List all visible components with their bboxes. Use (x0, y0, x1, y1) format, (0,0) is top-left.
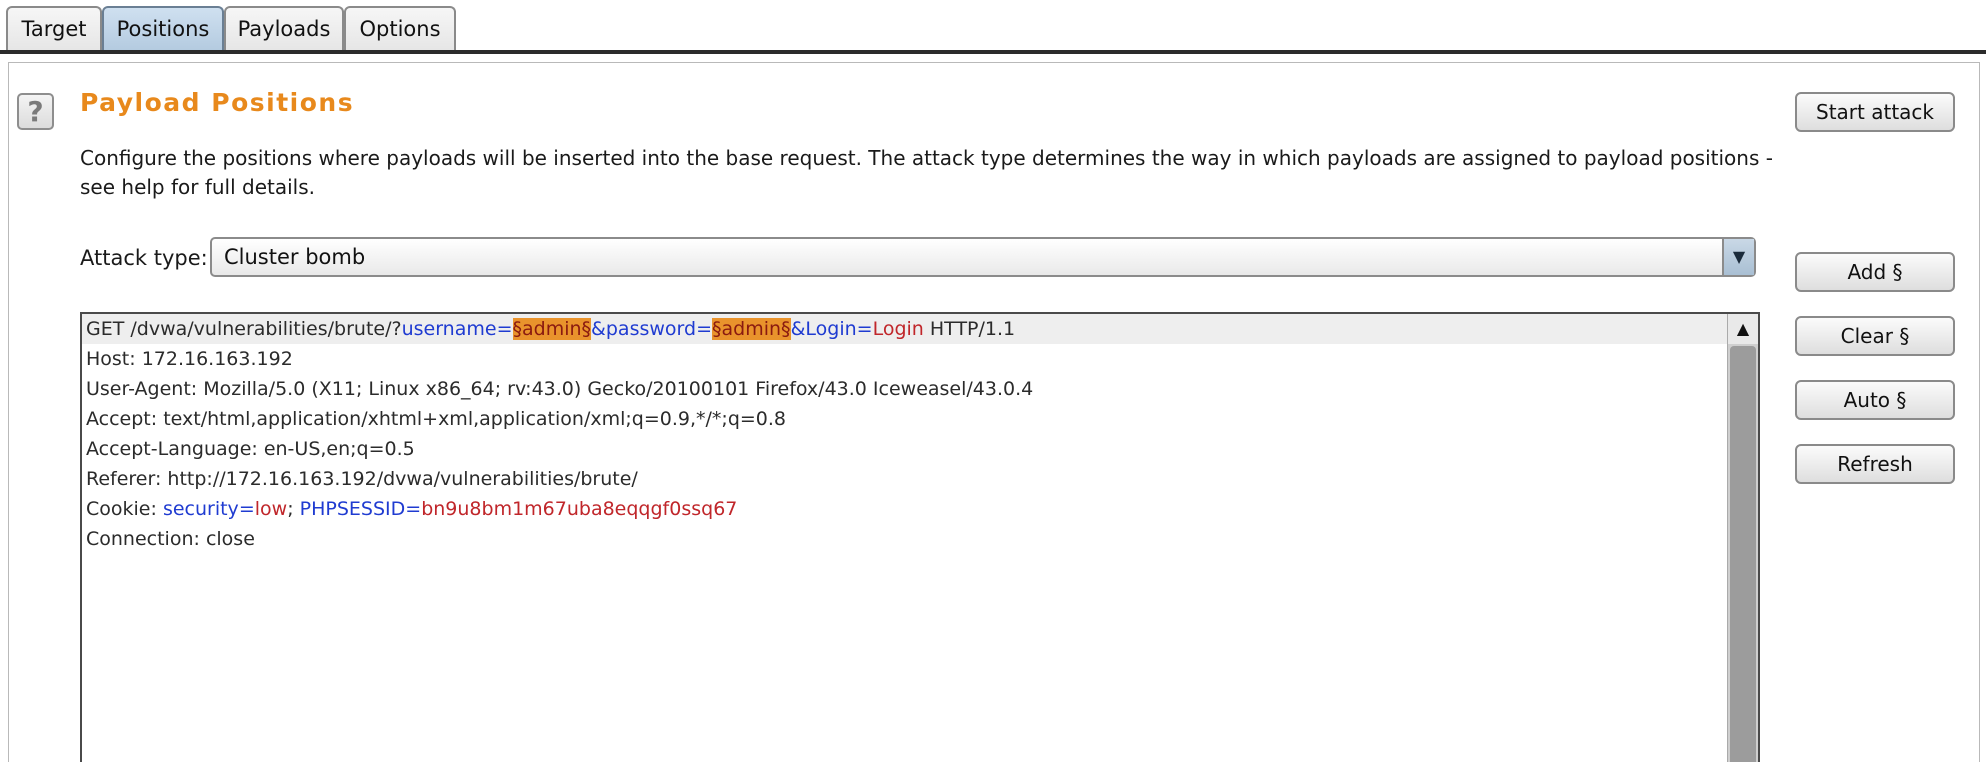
cookie-equals: = (238, 498, 255, 520)
header-accept-language[interactable]: Accept-Language: en-US,en;q=0.5 (82, 434, 1728, 464)
param-separator: & (790, 318, 806, 340)
cookie-prefix: Cookie: (86, 498, 163, 520)
param-equals: = (696, 318, 713, 340)
cookie-value: bn9u8bm1m67uba8eqqgf0ssq67 (421, 498, 738, 520)
request-line[interactable]: GET /dvwa/vulnerabilities/brute/?usernam… (82, 314, 1728, 344)
tab-options[interactable]: Options (344, 6, 456, 50)
arrow-up-icon[interactable]: ▲ (1728, 314, 1758, 344)
attack-type-value: Cluster bomb (224, 245, 366, 269)
param-equals: = (496, 318, 513, 340)
request-line-prefix: GET /dvwa/vulnerabilities/brute/? (86, 318, 402, 340)
tab-bar: Target Positions Payloads Options (0, 0, 1986, 54)
attack-type-label: Attack type: (80, 246, 208, 270)
chevron-down-icon[interactable]: ▼ (1722, 239, 1754, 275)
header-host[interactable]: Host: 172.16.163.192 (82, 344, 1728, 374)
cookie-name: PHPSESSID (299, 498, 406, 520)
request-lines: GET /dvwa/vulnerabilities/brute/?usernam… (82, 314, 1728, 554)
param-value: Login (872, 318, 924, 340)
start-attack-button[interactable]: Start attack (1795, 92, 1955, 132)
payload-position: §admin§ (712, 318, 791, 340)
clear-markers-button[interactable]: Clear § (1795, 316, 1955, 356)
help-icon[interactable]: ? (17, 93, 54, 130)
payload-position: §admin§ (512, 318, 592, 340)
section-title: Payload Positions (80, 88, 355, 117)
param-name: password (605, 318, 697, 340)
header-user-agent[interactable]: User-Agent: Mozilla/5.0 (X11; Linux x86_… (82, 374, 1728, 404)
request-editor[interactable]: GET /dvwa/vulnerabilities/brute/?usernam… (80, 312, 1760, 762)
header-referer[interactable]: Referer: http://172.16.163.192/dvwa/vuln… (82, 464, 1728, 494)
refresh-button[interactable]: Refresh (1795, 444, 1955, 484)
section-description: Configure the positions where payloads w… (80, 146, 1773, 199)
param-equals: = (856, 318, 873, 340)
header-connection[interactable]: Connection: close (82, 524, 1728, 554)
request-line-suffix: HTTP/1.1 (923, 318, 1016, 340)
positions-panel: ? Payload Positions Configure the positi… (0, 54, 1986, 762)
attack-type-select[interactable]: Cluster bomb ▼ (210, 237, 1756, 277)
scrollbar-thumb[interactable] (1730, 346, 1756, 762)
cookie-equals: = (405, 498, 422, 520)
intruder-window: Target Positions Payloads Options ? Payl… (0, 0, 1986, 762)
cookie-value: low (254, 498, 288, 520)
add-marker-button[interactable]: Add § (1795, 252, 1955, 292)
editor-scrollbar[interactable]: ▲ (1727, 314, 1758, 762)
header-cookie[interactable]: Cookie: security=low; PHPSESSID=bn9u8bm1… (82, 494, 1728, 524)
auto-markers-button[interactable]: Auto § (1795, 380, 1955, 420)
cookie-name: security (162, 498, 239, 520)
param-separator: & (591, 318, 606, 340)
param-name: Login (805, 318, 857, 340)
tab-positions[interactable]: Positions (102, 6, 224, 50)
cookie-separator: ; (287, 498, 300, 520)
tab-target[interactable]: Target (6, 6, 102, 50)
tab-payloads[interactable]: Payloads (224, 6, 344, 50)
header-accept[interactable]: Accept: text/html,application/xhtml+xml,… (82, 404, 1728, 434)
param-name: username (401, 318, 497, 340)
